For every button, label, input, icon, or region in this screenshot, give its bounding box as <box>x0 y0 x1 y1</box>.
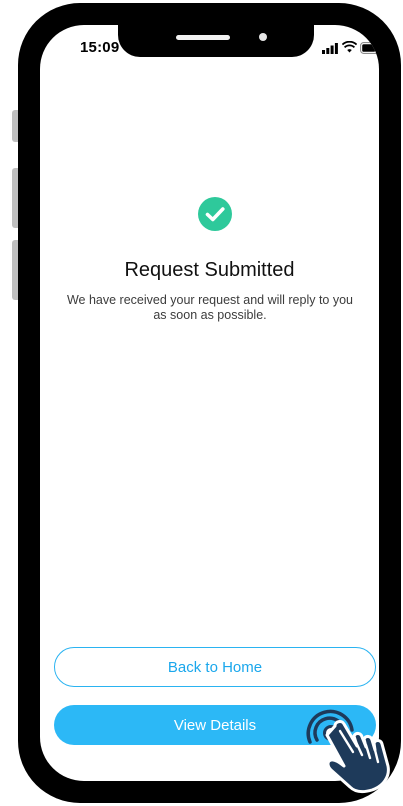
check-circle-icon <box>198 197 232 231</box>
speaker-grille <box>176 35 230 40</box>
app-screen: 15:09 Request Submitted We have received… <box>0 0 403 806</box>
page-title: Request Submitted <box>124 259 295 281</box>
battery-icon <box>360 42 379 54</box>
phone-frame: 15:09 Request Submitted We have received… <box>18 3 401 803</box>
signal-icon <box>322 43 338 54</box>
back-to-home-button[interactable]: Back to Home <box>54 647 376 687</box>
phone-screen: 15:09 Request Submitted We have received… <box>40 25 379 781</box>
view-details-label: View Details <box>173 716 257 734</box>
status-icons <box>322 41 379 57</box>
back-to-home-label: Back to Home <box>167 658 263 676</box>
notch <box>118 25 314 57</box>
confirmation-message: We have received your request and will r… <box>66 293 354 322</box>
status-time: 15:09 <box>80 39 120 56</box>
wifi-icon <box>342 41 357 53</box>
tap-hand-icon <box>306 709 390 794</box>
front-camera <box>259 33 267 41</box>
